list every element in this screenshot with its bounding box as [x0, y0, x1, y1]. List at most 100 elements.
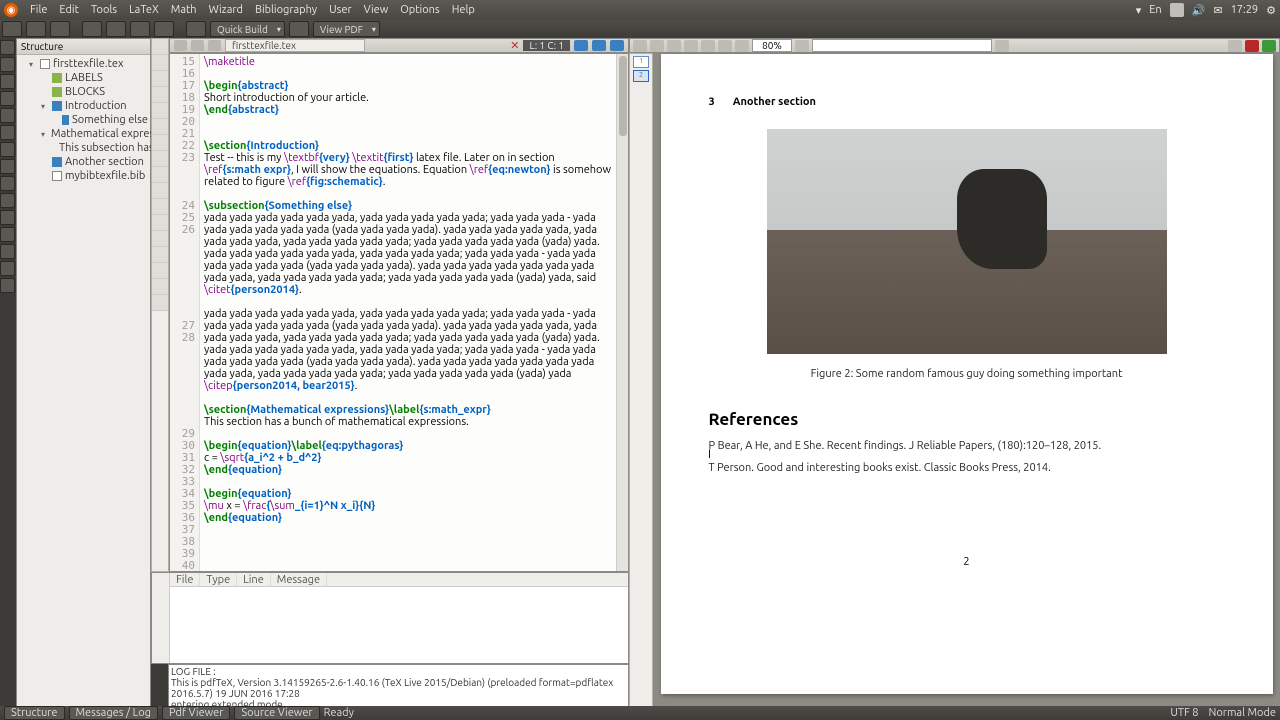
chapter-icon[interactable]: [0, 57, 15, 72]
pdf-find-icon[interactable]: [995, 40, 1009, 52]
paragraph-icon[interactable]: [0, 108, 15, 123]
center-align-icon[interactable]: [152, 103, 168, 119]
redo-button[interactable]: [106, 21, 126, 37]
bookmark1-icon[interactable]: [574, 40, 588, 51]
sqrt-icon[interactable]: [152, 167, 168, 183]
tree-node[interactable]: ▾Introduction: [19, 99, 148, 113]
new-button[interactable]: [2, 21, 22, 37]
tab-pdfviewer[interactable]: Pdf Viewer: [162, 706, 230, 720]
tree-node[interactable]: Another section: [19, 155, 148, 169]
itemize-icon[interactable]: [0, 227, 15, 242]
menu-math[interactable]: Math: [171, 4, 197, 16]
tree-node[interactable]: ▾firsttexfile.tex: [19, 57, 148, 71]
pdf-close-icon[interactable]: [1262, 40, 1276, 52]
inf-icon[interactable]: [152, 279, 168, 295]
table-icon[interactable]: [0, 278, 15, 293]
zoom-dropdown-icon[interactable]: [795, 40, 809, 52]
volume-icon[interactable]: 🔊: [1192, 4, 1206, 17]
pdf-print-icon[interactable]: [1228, 40, 1242, 52]
italic-icon[interactable]: [152, 55, 168, 71]
menu-edit[interactable]: Edit: [59, 4, 79, 16]
tab-prev-icon[interactable]: [191, 40, 204, 51]
pdf-toggle-icon[interactable]: [633, 40, 647, 52]
subsection-icon[interactable]: [0, 91, 15, 106]
bold-icon[interactable]: [152, 39, 168, 55]
zoom-field[interactable]: 80%: [752, 39, 792, 52]
view-button[interactable]: [289, 21, 309, 37]
pdf-extern-icon[interactable]: [1245, 40, 1259, 52]
pdf-down-icon[interactable]: [667, 40, 681, 52]
tree-node[interactable]: ▾Mathematical expres: [19, 127, 148, 141]
save-button[interactable]: [50, 21, 70, 37]
menu-view[interactable]: View: [364, 4, 389, 16]
right-align-icon[interactable]: [152, 119, 168, 135]
mail-icon[interactable]: ✉: [1213, 4, 1222, 17]
greek-icon[interactable]: [152, 295, 168, 311]
tab-messages[interactable]: Messages / Log: [69, 706, 158, 720]
sub-icon[interactable]: [152, 199, 168, 215]
pdf-fit-icon[interactable]: [684, 40, 698, 52]
sup-icon[interactable]: [152, 183, 168, 199]
view-combo[interactable]: View PDF: [313, 21, 380, 37]
tab-next-icon[interactable]: [208, 40, 221, 51]
tree-node[interactable]: mybibtexfile.bib: [19, 169, 148, 183]
tab-structure[interactable]: Structure: [4, 706, 65, 720]
section-icon[interactable]: [0, 74, 15, 89]
bookmark3-icon[interactable]: [610, 40, 624, 51]
part-icon[interactable]: [0, 40, 15, 55]
menu-bibliography[interactable]: Bibliography: [255, 4, 317, 16]
tree-node[interactable]: LABELS: [19, 71, 148, 85]
pdf-search-input[interactable]: [812, 39, 992, 52]
pdf-zoomout-icon[interactable]: [701, 40, 715, 52]
tree-node[interactable]: BLOCKS: [19, 85, 148, 99]
lang-indicator[interactable]: En: [1149, 4, 1161, 16]
index-icon[interactable]: [0, 193, 15, 208]
thumb-page-2[interactable]: 2: [633, 70, 649, 82]
build-combo[interactable]: Quick Build: [210, 21, 285, 37]
tree-node[interactable]: This subsection has: [19, 141, 148, 155]
copy-button[interactable]: [130, 21, 150, 37]
tab-sourceviewer[interactable]: Source Viewer: [234, 706, 319, 720]
tree-node[interactable]: Something else: [19, 113, 148, 127]
prod-icon[interactable]: [152, 247, 168, 263]
pdf-up-icon[interactable]: [650, 40, 664, 52]
menu-help[interactable]: Help: [452, 4, 475, 16]
current-file-combo[interactable]: firsttexfile.tex: [225, 39, 365, 52]
build-button[interactable]: [186, 21, 206, 37]
label-icon[interactable]: [0, 125, 15, 140]
tab-menu-icon[interactable]: [174, 40, 187, 51]
description-icon[interactable]: [0, 261, 15, 276]
bookmark2-icon[interactable]: [592, 40, 606, 51]
gear-icon[interactable]: ⚙: [1266, 4, 1276, 17]
menu-tools[interactable]: Tools: [91, 4, 117, 16]
left-align-icon[interactable]: [152, 87, 168, 103]
int-icon[interactable]: [152, 231, 168, 247]
frac-icon[interactable]: [152, 151, 168, 167]
menu-wizard[interactable]: Wizard: [209, 4, 243, 16]
menu-options[interactable]: Options: [400, 4, 439, 16]
thumb-page-1[interactable]: 1: [633, 56, 649, 68]
undo-button[interactable]: [82, 21, 102, 37]
lim-icon[interactable]: [152, 263, 168, 279]
sum-icon[interactable]: [152, 215, 168, 231]
underline-icon[interactable]: [152, 71, 168, 87]
pdf-viewer[interactable]: 3Another section Figure 2: Some random f…: [653, 53, 1280, 712]
log-panel[interactable]: LOG FILE :This is pdfTeX, Version 3.1415…: [168, 664, 629, 712]
menu-latex[interactable]: LaTeX: [129, 4, 159, 16]
cut-button[interactable]: [154, 21, 174, 37]
code-area[interactable]: \maketitle \begin{abstract} Short introd…: [200, 54, 616, 571]
footnote-icon[interactable]: [0, 176, 15, 191]
editor-scrollbar[interactable]: [616, 54, 628, 571]
open-button[interactable]: [26, 21, 46, 37]
pdf-rotate-icon[interactable]: [735, 40, 749, 52]
wifi-icon[interactable]: ▾: [1136, 4, 1142, 17]
source-editor[interactable]: 151617181920212223 242526 2728 293031323…: [169, 53, 629, 572]
pdf-zoomin-icon[interactable]: [718, 40, 732, 52]
cite-icon[interactable]: [0, 159, 15, 174]
battery-icon[interactable]: [1170, 3, 1184, 17]
item-icon[interactable]: [0, 210, 15, 225]
menu-file[interactable]: File: [30, 4, 47, 16]
newline-icon[interactable]: [152, 135, 168, 151]
clock[interactable]: 17:29: [1231, 4, 1259, 16]
close-file-icon[interactable]: ✕: [510, 39, 519, 52]
